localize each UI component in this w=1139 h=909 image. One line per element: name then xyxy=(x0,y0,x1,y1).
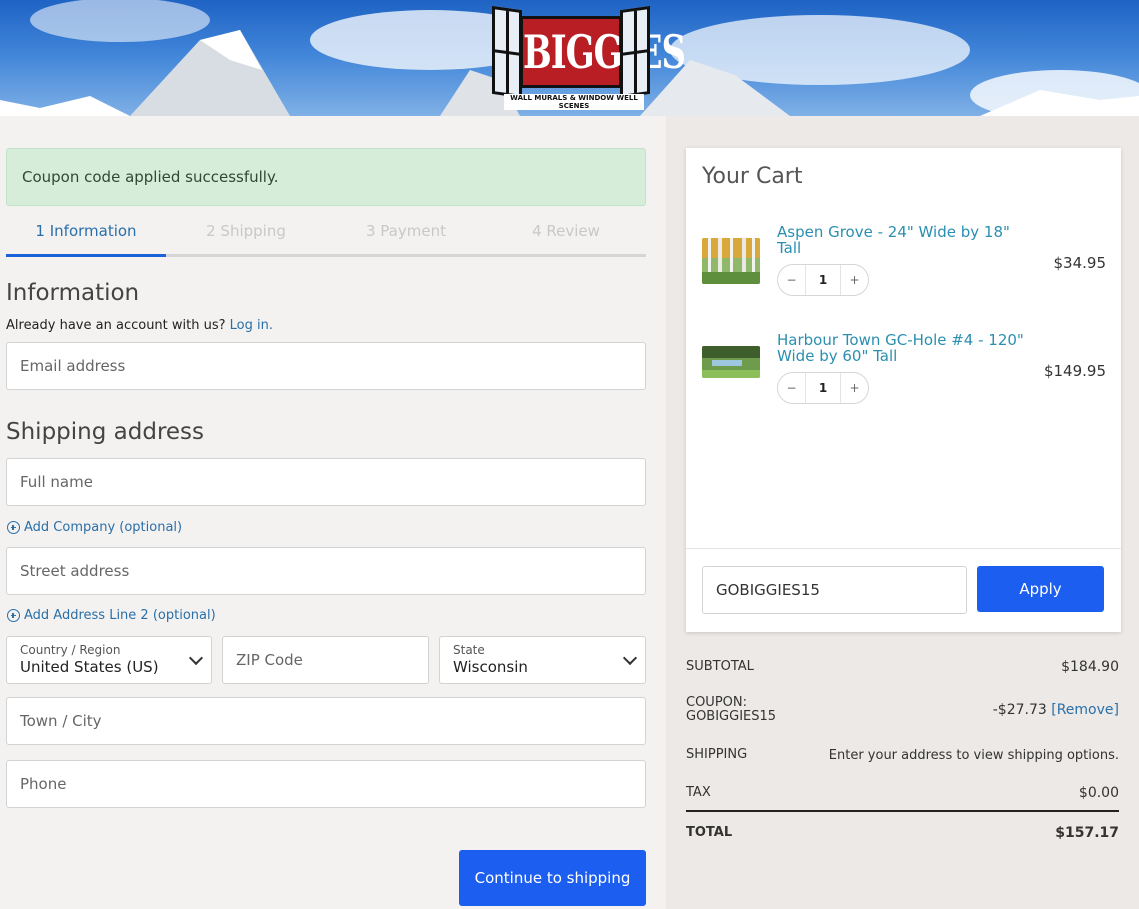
total-row: TOTAL $157.17 xyxy=(686,825,1119,845)
subtotal-row: SUBTOTAL $184.90 xyxy=(686,659,1119,679)
state-select[interactable]: State Wisconsin xyxy=(439,636,646,684)
checkout-steps: 1 Information 2 Shipping 3 Payment 4 Rev… xyxy=(6,216,646,258)
subtotal-value: $184.90 xyxy=(1061,659,1119,675)
add-line2-label: Add Address Line 2 (optional) xyxy=(24,608,216,623)
full-name-placeholder: Full name xyxy=(20,473,93,491)
street-address-field[interactable]: Street address xyxy=(6,547,646,595)
city-field[interactable]: Town / City xyxy=(6,697,646,745)
logo-text: BIGGIES xyxy=(523,26,686,80)
decrease-quantity-button[interactable]: − xyxy=(778,373,806,403)
shipping-address-heading: Shipping address xyxy=(6,419,205,445)
cart-item: Harbour Town GC-Hole #4 - 120" Wide by 6… xyxy=(702,332,1106,412)
window-left-icon xyxy=(492,5,522,99)
coupon-amount: -$27.73 [Remove] xyxy=(993,702,1119,718)
aspen-grove-thumbnail[interactable] xyxy=(702,238,760,284)
email-field[interactable]: Email address xyxy=(6,342,646,390)
chevron-down-icon xyxy=(188,650,204,666)
total-value: $157.17 xyxy=(1055,825,1119,841)
step-information[interactable]: 1 Information xyxy=(6,222,166,240)
logo-tagline: WALL MURALS & WINDOW WELL SCENES xyxy=(504,94,644,110)
total-label: TOTAL xyxy=(686,825,733,840)
increase-quantity-button[interactable]: + xyxy=(840,265,868,295)
continue-to-shipping-button[interactable]: Continue to shipping xyxy=(459,850,646,906)
total-divider xyxy=(686,810,1119,812)
coupon-discount-value: -$27.73 xyxy=(992,702,1047,718)
shipping-label: SHIPPING xyxy=(686,747,748,762)
cart-item: Aspen Grove - 24" Wide by 18" Tall $34.9… xyxy=(702,224,1106,304)
coupon-label: COUPON: GOBIGGIES15 xyxy=(686,696,776,724)
coupon-label-title: COUPON: xyxy=(686,695,748,710)
plus-circle-icon xyxy=(7,609,20,622)
zip-code-field[interactable]: ZIP Code xyxy=(222,636,429,684)
full-name-field[interactable]: Full name xyxy=(6,458,646,506)
cart-divider xyxy=(686,548,1121,549)
cart-column: Your Cart Aspen Grove - 24" Wide by 18" … xyxy=(666,116,1139,909)
coupon-success-alert: Coupon code applied successfully. xyxy=(6,148,646,206)
coupon-label-code: GOBIGGIES15 xyxy=(686,709,777,724)
country-label: Country / Region xyxy=(20,643,121,657)
shipping-value: Enter your address to view shipping opti… xyxy=(828,748,1119,763)
phone-field[interactable]: Phone xyxy=(6,760,646,808)
account-prompt-text: Already have an account with us? xyxy=(6,318,226,333)
window-right-icon xyxy=(620,5,650,99)
steps-progress-active xyxy=(6,254,166,257)
decrease-quantity-button[interactable]: − xyxy=(778,265,806,295)
coupon-row: COUPON: GOBIGGIES15 -$27.73 [Remove] xyxy=(686,696,1119,728)
city-placeholder: Town / City xyxy=(20,712,102,730)
street-placeholder: Street address xyxy=(20,562,130,580)
tax-row: TAX $0.00 xyxy=(686,785,1119,805)
email-placeholder: Email address xyxy=(20,357,126,375)
information-heading: Information xyxy=(6,280,140,306)
cart-title: Your Cart xyxy=(702,164,803,189)
logo-box: BIGGIES xyxy=(520,16,686,88)
cart-item-price: $34.95 xyxy=(1053,254,1107,272)
quantity-value[interactable]: 1 xyxy=(806,265,840,295)
state-value: Wisconsin xyxy=(453,658,528,676)
zip-placeholder: ZIP Code xyxy=(236,651,303,669)
cart-item-name[interactable]: Aspen Grove - 24" Wide by 18" Tall xyxy=(777,224,1037,256)
step-shipping[interactable]: 2 Shipping xyxy=(166,222,326,240)
coupon-code-input[interactable] xyxy=(702,566,967,614)
remove-coupon-link[interactable]: [Remove] xyxy=(1051,702,1119,718)
increase-quantity-button[interactable]: + xyxy=(840,373,868,403)
harbour-town-thumbnail[interactable] xyxy=(702,346,760,378)
country-select[interactable]: Country / Region United States (US) xyxy=(6,636,212,684)
quantity-stepper: − 1 + xyxy=(777,372,869,404)
phone-placeholder: Phone xyxy=(20,775,67,793)
plus-circle-icon xyxy=(7,521,20,534)
checkout-form-column: Coupon code applied successfully. 1 Info… xyxy=(0,116,666,909)
add-company-link[interactable]: Add Company (optional) xyxy=(7,520,182,535)
state-label: State xyxy=(453,643,485,657)
quantity-stepper: − 1 + xyxy=(777,264,869,296)
chevron-down-icon xyxy=(622,650,638,666)
shipping-row: SHIPPING Enter your address to view ship… xyxy=(686,747,1119,767)
add-company-label: Add Company (optional) xyxy=(24,520,183,535)
account-prompt: Already have an account with us? Log in. xyxy=(6,318,273,333)
step-payment[interactable]: 3 Payment xyxy=(326,222,486,240)
quantity-value[interactable]: 1 xyxy=(806,373,840,403)
cart-panel: Your Cart Aspen Grove - 24" Wide by 18" … xyxy=(686,148,1121,632)
tax-label: TAX xyxy=(686,785,711,800)
tax-value: $0.00 xyxy=(1078,785,1119,801)
country-value: United States (US) xyxy=(20,658,159,676)
cart-item-name[interactable]: Harbour Town GC-Hole #4 - 120" Wide by 6… xyxy=(777,332,1037,364)
step-review[interactable]: 4 Review xyxy=(486,222,646,240)
apply-coupon-button[interactable]: Apply xyxy=(977,566,1104,612)
subtotal-label: SUBTOTAL xyxy=(686,659,754,674)
harbour-town-image xyxy=(702,346,760,378)
biggies-logo[interactable]: BIGGIES WALL MURALS & WINDOW WELL SCENES xyxy=(490,5,686,110)
login-link[interactable]: Log in. xyxy=(230,318,273,333)
cart-item-price: $149.95 xyxy=(1043,362,1106,380)
aspen-grove-image xyxy=(702,238,760,284)
header-banner: BIGGIES WALL MURALS & WINDOW WELL SCENES xyxy=(0,0,1139,116)
add-address-line2-link[interactable]: Add Address Line 2 (optional) xyxy=(7,608,216,623)
